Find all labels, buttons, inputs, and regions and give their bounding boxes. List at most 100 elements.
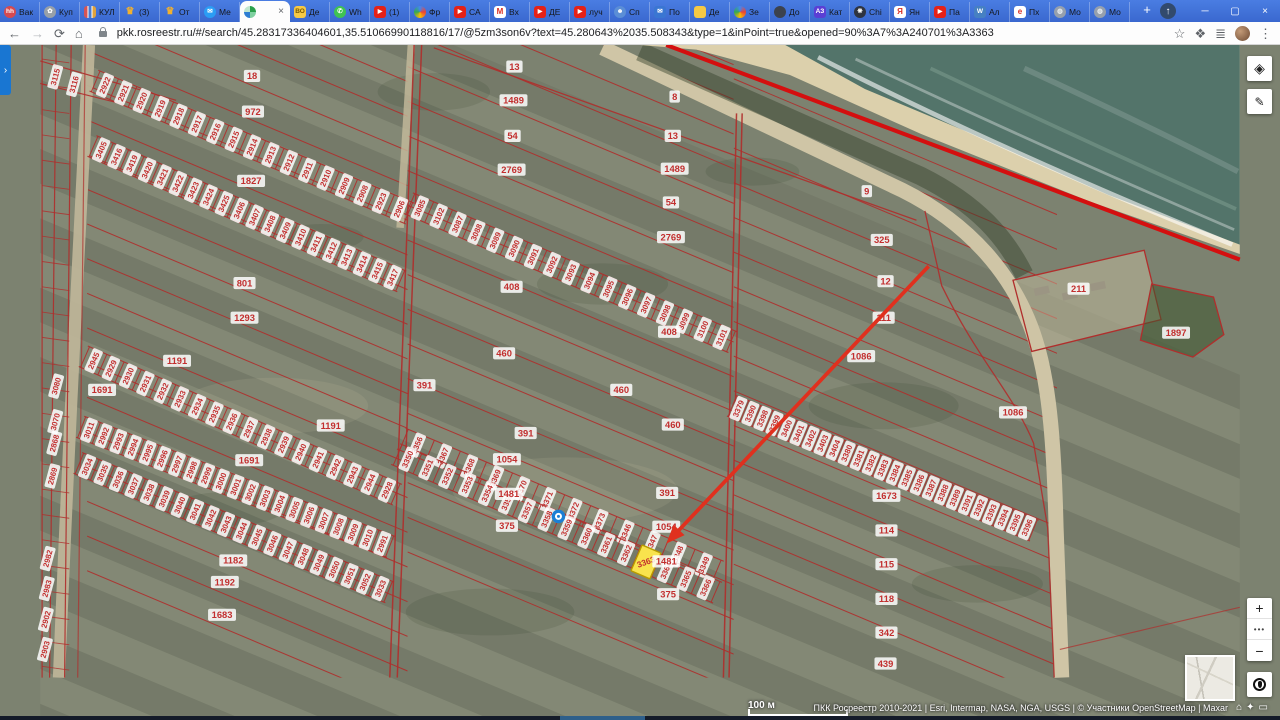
reload-button[interactable]: ⟳ bbox=[54, 27, 65, 40]
parcel-label[interactable]: 114 bbox=[875, 524, 898, 537]
parcel-label[interactable]: 1481 bbox=[494, 487, 523, 500]
maximize-button[interactable]: ▢ bbox=[1220, 0, 1250, 22]
tab[interactable]: ▶ СА bbox=[450, 2, 490, 22]
tab[interactable]: Фр bbox=[410, 2, 450, 22]
windows-taskbar[interactable] bbox=[0, 716, 1280, 720]
tab-active[interactable]: × bbox=[240, 1, 290, 22]
tab[interactable]: ☻ Сп bbox=[610, 2, 650, 22]
parcel-label[interactable]: 118 bbox=[875, 592, 898, 605]
tab[interactable]: ▶ луч bbox=[570, 2, 610, 22]
tab[interactable]: До bbox=[770, 2, 810, 22]
zoom-out-button[interactable]: − bbox=[1247, 640, 1272, 661]
parcel-label[interactable]: 1054 bbox=[492, 453, 521, 466]
parcel-label[interactable]: 18 bbox=[243, 69, 261, 83]
extensions-icon[interactable]: ❖ bbox=[1194, 27, 1206, 40]
tab[interactable]: ✿ Куп bbox=[40, 2, 80, 22]
reading-list-icon[interactable]: ≣ bbox=[1215, 27, 1226, 40]
parcel-label[interactable]: 1673 bbox=[872, 489, 901, 502]
map-canvas[interactable]: 2922 2921 2920 2919 2918 2917 2916 2915 2914 2913… bbox=[0, 45, 1280, 716]
parcel-label[interactable]: 391 bbox=[514, 426, 537, 440]
zoom-in-button[interactable]: + bbox=[1247, 598, 1272, 619]
parcel-label[interactable]: 375 bbox=[657, 588, 680, 601]
tab[interactable]: M Вх bbox=[490, 2, 530, 22]
parcel-label[interactable]: 1293 bbox=[230, 311, 259, 324]
home-button[interactable]: ⌂ bbox=[75, 27, 83, 40]
parcel-label[interactable]: 12 bbox=[877, 275, 894, 288]
parcel-label[interactable]: 1691 bbox=[88, 383, 117, 396]
parcel-label[interactable]: 54 bbox=[504, 129, 521, 142]
tab[interactable]: e Пх bbox=[1010, 2, 1050, 22]
cadastral-map[interactable]: 2922 2921 2920 2919 2918 2917 2916 2915 2914 2913… bbox=[0, 45, 1280, 716]
tab[interactable]: ▶ (1) bbox=[370, 2, 410, 22]
parcel-label[interactable]: 1086 bbox=[999, 406, 1027, 419]
tab[interactable]: Я Ян bbox=[890, 2, 930, 22]
parcel-label[interactable]: 8 bbox=[669, 90, 680, 103]
search-panel-toggle[interactable]: › bbox=[0, 45, 11, 95]
tab[interactable]: hh Вак bbox=[0, 2, 40, 22]
parcel-label[interactable]: 391 bbox=[413, 379, 436, 392]
parcel-label[interactable]: 211 bbox=[1067, 282, 1090, 295]
parcel-label[interactable]: 1897 bbox=[1162, 326, 1191, 339]
parcel-label[interactable]: 408 bbox=[657, 325, 681, 338]
parcel-label[interactable]: 460 bbox=[661, 418, 684, 431]
geolocate-button[interactable] bbox=[1247, 672, 1272, 697]
parcel-label[interactable]: 2769 bbox=[656, 231, 685, 244]
parcel-label[interactable]: 801 bbox=[233, 276, 256, 290]
parcel-label[interactable]: 1827 bbox=[237, 174, 266, 187]
tab[interactable]: АЗ Кат bbox=[810, 2, 850, 22]
tab[interactable]: ▶ ДЕ bbox=[530, 2, 570, 22]
tab-close-icon[interactable]: × bbox=[276, 6, 286, 17]
address-bar[interactable]: pkk.rosreestr.ru/#/search/45.28317336404… bbox=[117, 27, 1164, 39]
profile-avatar[interactable] bbox=[1235, 25, 1250, 41]
back-button[interactable]: ← bbox=[8, 27, 21, 40]
parcel-label[interactable]: 375 bbox=[495, 519, 518, 532]
layers-button[interactable]: ◈ bbox=[1247, 56, 1272, 81]
bookmark-star-icon[interactable]: ☆ bbox=[1174, 27, 1186, 40]
tab[interactable]: Де bbox=[690, 2, 730, 22]
parcel-label[interactable]: 460 bbox=[610, 383, 633, 396]
minimize-button[interactable]: ─ bbox=[1190, 0, 1220, 22]
tab[interactable]: ВО Де bbox=[290, 2, 330, 22]
parcel-label[interactable]: 1489 bbox=[499, 94, 528, 107]
tab[interactable]: ◍ Мо bbox=[1090, 2, 1130, 22]
parcel-label[interactable]: 342 bbox=[875, 626, 898, 639]
tab[interactable]: Зе bbox=[730, 2, 770, 22]
tab[interactable]: ◍ Мо bbox=[1050, 2, 1090, 22]
forward-button[interactable]: → bbox=[31, 27, 44, 40]
tab[interactable]: ▶ Па bbox=[930, 2, 970, 22]
parcel-label[interactable]: 13 bbox=[664, 129, 681, 142]
parcel-label[interactable]: 13 bbox=[506, 60, 523, 73]
tab[interactable]: ✉ Ме bbox=[200, 2, 240, 22]
parcel-label[interactable]: 1489 bbox=[660, 162, 689, 175]
parcel-label[interactable]: 1182 bbox=[219, 554, 248, 567]
tab[interactable]: W Ал bbox=[970, 2, 1010, 22]
zoom-options-button[interactable]: ••• bbox=[1247, 619, 1272, 640]
parcel-label[interactable]: 1191 bbox=[163, 354, 192, 367]
browser-update-icon[interactable]: ↑ bbox=[1160, 3, 1176, 19]
tab[interactable]: ✉ По bbox=[650, 2, 690, 22]
tab[interactable]: КУЛ bbox=[80, 2, 120, 22]
measure-tool-button[interactable]: ✎ bbox=[1247, 89, 1272, 114]
parcel-label[interactable]: 2769 bbox=[497, 163, 526, 176]
parcel-label[interactable]: 1481 bbox=[652, 555, 681, 568]
parcel-label[interactable]: 408 bbox=[500, 280, 523, 293]
close-button[interactable]: × bbox=[1250, 0, 1280, 22]
parcel-label[interactable]: 54 bbox=[662, 196, 680, 209]
parcel-label[interactable]: 325 bbox=[870, 233, 893, 247]
parcel-label[interactable]: 1191 bbox=[316, 419, 345, 432]
overview-minimap[interactable] bbox=[1185, 655, 1235, 701]
parcel-label[interactable]: 391 bbox=[656, 486, 679, 500]
parcel-label[interactable]: 1691 bbox=[235, 454, 264, 467]
parcel-label[interactable]: 460 bbox=[493, 347, 516, 360]
parcel-label[interactable]: 972 bbox=[241, 105, 265, 118]
parcel-label[interactable]: 439 bbox=[874, 657, 897, 670]
search-point-marker[interactable] bbox=[551, 509, 566, 524]
new-tab-button[interactable]: + bbox=[1134, 2, 1160, 20]
tab[interactable]: ♛ От bbox=[160, 2, 200, 22]
parcel-label[interactable]: 1683 bbox=[208, 608, 236, 621]
parcel-label[interactable]: 1086 bbox=[847, 350, 876, 363]
parcel-label[interactable]: 115 bbox=[875, 558, 898, 571]
parcel-label[interactable]: 1192 bbox=[210, 575, 239, 589]
tab[interactable]: ♛ (3) bbox=[120, 2, 160, 22]
browser-menu-icon[interactable]: ⋮ bbox=[1259, 27, 1272, 40]
